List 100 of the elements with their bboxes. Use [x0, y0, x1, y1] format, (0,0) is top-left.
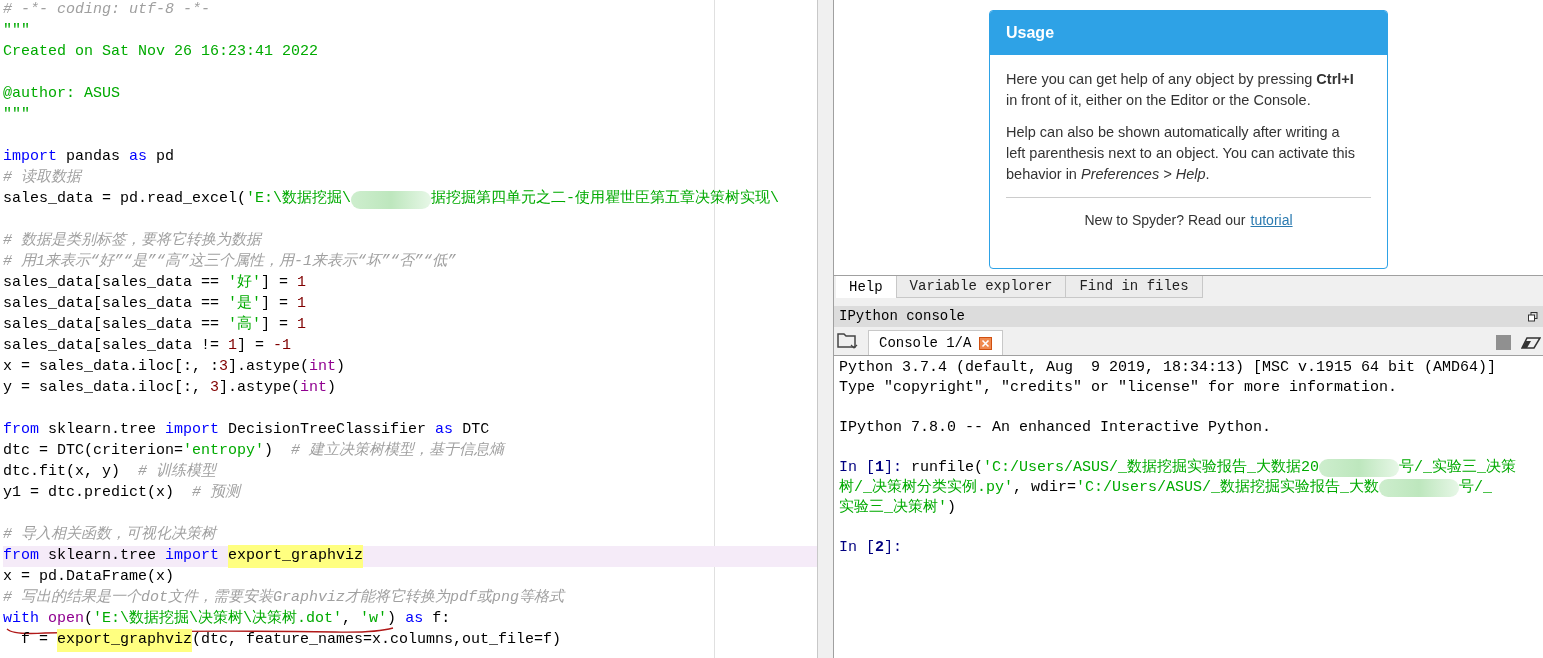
tab-label: Console 1/A: [879, 333, 972, 353]
code-text: pandas: [65, 147, 122, 168]
string-literal: '好': [228, 273, 262, 294]
card-title: Usage: [990, 11, 1387, 55]
keyword: from: [3, 420, 39, 441]
code-comment: # 用1来表示“好”“是”“高”这三个属性，用-1来表示“坏”“否”“低”: [3, 251, 457, 273]
code-text: sales_data[sales_data ==: [3, 315, 221, 336]
prompt-text: ]:: [884, 457, 904, 478]
pane-tab[interactable]: Variable explorer: [896, 276, 1067, 298]
tutorial-link[interactable]: tutorial: [1250, 210, 1293, 231]
string-literal: 'C:/Users/ASUS/_数据挖掘实验报告_大数: [1076, 477, 1380, 498]
number-literal: -1: [273, 336, 292, 357]
number-literal: 1: [297, 315, 307, 336]
string-literal: 号/_实验三_决策: [1399, 457, 1517, 478]
code-comment: # 导入相关函数，可视化决策树: [3, 524, 216, 546]
code-text: x = sales_data.iloc[:, :: [3, 357, 220, 378]
code-text: sales_data[sales_data ==: [3, 294, 221, 315]
string-literal: 'w': [360, 609, 388, 630]
code-text: ): [336, 357, 346, 378]
help-paragraph: Here you can get help of any object by pressing Ctrl+I in front of it, either on the Editor or the Console.: [1006, 70, 1355, 110]
code-text: IPython 7.8.0 -- An enhanced Interactive Python.: [839, 417, 1272, 438]
code-text: sales_data = pd.read_excel(: [3, 189, 247, 210]
code-comment: # 训练模型: [138, 461, 217, 483]
folder-icon[interactable]: [836, 331, 858, 351]
code-text: sales_data[sales_data ==: [3, 273, 221, 294]
code-text: ,: [342, 609, 353, 630]
code-text: sklearn.tree: [47, 420, 158, 441]
pane-tab[interactable]: Help: [836, 276, 897, 298]
string-literal: """: [3, 105, 30, 126]
eraser-icon[interactable]: [1521, 335, 1541, 350]
code-text: dtc.fit(x, y): [3, 462, 122, 483]
code-text: ): [327, 378, 337, 399]
code-editor[interactable]: [0, 0, 817, 658]
keyword: import: [165, 420, 220, 441]
help-paragraph: Help can also be shown automatically after writing a left parenthesis next to an object. You can activate this behavior in Preferences > Help.: [1006, 123, 1357, 184]
builtin-name: open: [48, 609, 85, 630]
code-text: Type "copyright", "credits" or "license" for more information.: [839, 377, 1398, 398]
code-text: sales_data[sales_data !=: [3, 336, 221, 357]
code-text: sklearn.tree: [47, 546, 158, 567]
builtin-name: int: [300, 378, 328, 399]
code-comment: # 预测: [192, 483, 241, 504]
string-literal: 据挖掘第四单元之二-使用瞿世臣第五章决策树实现\: [431, 188, 780, 210]
string-literal: @author: ASUS: [3, 84, 121, 105]
code-text: y = sales_data.iloc[:,: [3, 378, 203, 399]
code-comment: # 写出的结果是一个dot文件，需要安装Graphviz才能将它转换为pdf或png等格式: [3, 587, 565, 609]
code-text: DTC: [461, 420, 490, 441]
string-literal: '是': [228, 294, 262, 315]
string-literal: '高': [228, 314, 262, 336]
prompt-number: 2: [875, 537, 885, 558]
string-literal: 'E:\数据挖掘\: [246, 189, 352, 210]
code-text: ] =: [261, 294, 290, 315]
code-comment: # 建立决策树模型，基于信息熵: [291, 440, 505, 462]
keyword: with: [3, 609, 40, 630]
keyword: as: [129, 147, 148, 168]
code-comment: # 读取数据: [3, 167, 81, 189]
pane-tab[interactable]: Find in files: [1066, 276, 1203, 298]
code-text: ): [947, 497, 957, 518]
prompt-text: In [: [839, 537, 875, 558]
number-literal: 1: [297, 294, 307, 315]
number-literal: 1: [297, 273, 307, 294]
code-text: (dtc, feature_names=x.columns,out_file=f): [192, 630, 562, 651]
code-text: pd: [155, 147, 175, 168]
code-text: ].astype(: [228, 357, 310, 378]
code-text: ): [264, 441, 275, 462]
footer-text: New to Spyder? Read our: [1084, 211, 1246, 230]
string-literal: 树/_决策树分类实例.py': [839, 477, 1013, 498]
string-literal: 号/_: [1459, 477, 1493, 498]
builtin-name: int: [309, 357, 337, 378]
highlighted-occurrence: export_graphviz: [57, 629, 193, 652]
keyword: as: [435, 420, 454, 441]
code-text: y1 = dtc.predict(x): [3, 483, 176, 504]
string-literal: """: [3, 21, 30, 42]
code-text: ] =: [261, 315, 290, 336]
code-text: ): [387, 609, 398, 630]
close-icon[interactable]: [979, 336, 993, 350]
number-literal: 1: [228, 336, 238, 357]
highlighted-occurrence: export_graphviz: [228, 545, 364, 568]
code-text: (: [84, 609, 94, 630]
undock-icon[interactable]: [1528, 311, 1538, 322]
string-literal: 'E:\数据挖掘\决策树\决策树.dot': [93, 608, 343, 630]
pane-title: IPython console: [839, 307, 966, 326]
code-text: , wdir=: [1013, 477, 1077, 498]
code-text: f =: [20, 630, 49, 651]
keyword: import: [3, 147, 57, 168]
code-comment: # -*- coding: utf-8 -*-: [3, 0, 211, 21]
keyword: import: [165, 546, 221, 567]
number-literal: 3: [210, 378, 220, 399]
console-tab[interactable]: Console 1/A: [868, 330, 1004, 355]
code-text: ] =: [261, 273, 290, 294]
code-text: ] =: [237, 336, 266, 357]
code-comment: # 数据是类别标签，要将它转换为数据: [3, 230, 261, 252]
number-literal: 3: [219, 357, 229, 378]
code-text: runfile(: [911, 457, 984, 478]
string-literal: Created on Sat Nov 26 16:23:41 2022: [3, 42, 319, 63]
code-text: f:: [431, 609, 451, 630]
prompt-text: In [: [839, 457, 875, 478]
prompt-text: ]:: [884, 537, 904, 558]
keyword: from: [3, 546, 39, 567]
code-text: dtc = DTC(criterion=: [3, 441, 184, 462]
prompt-number: 1: [875, 457, 885, 478]
